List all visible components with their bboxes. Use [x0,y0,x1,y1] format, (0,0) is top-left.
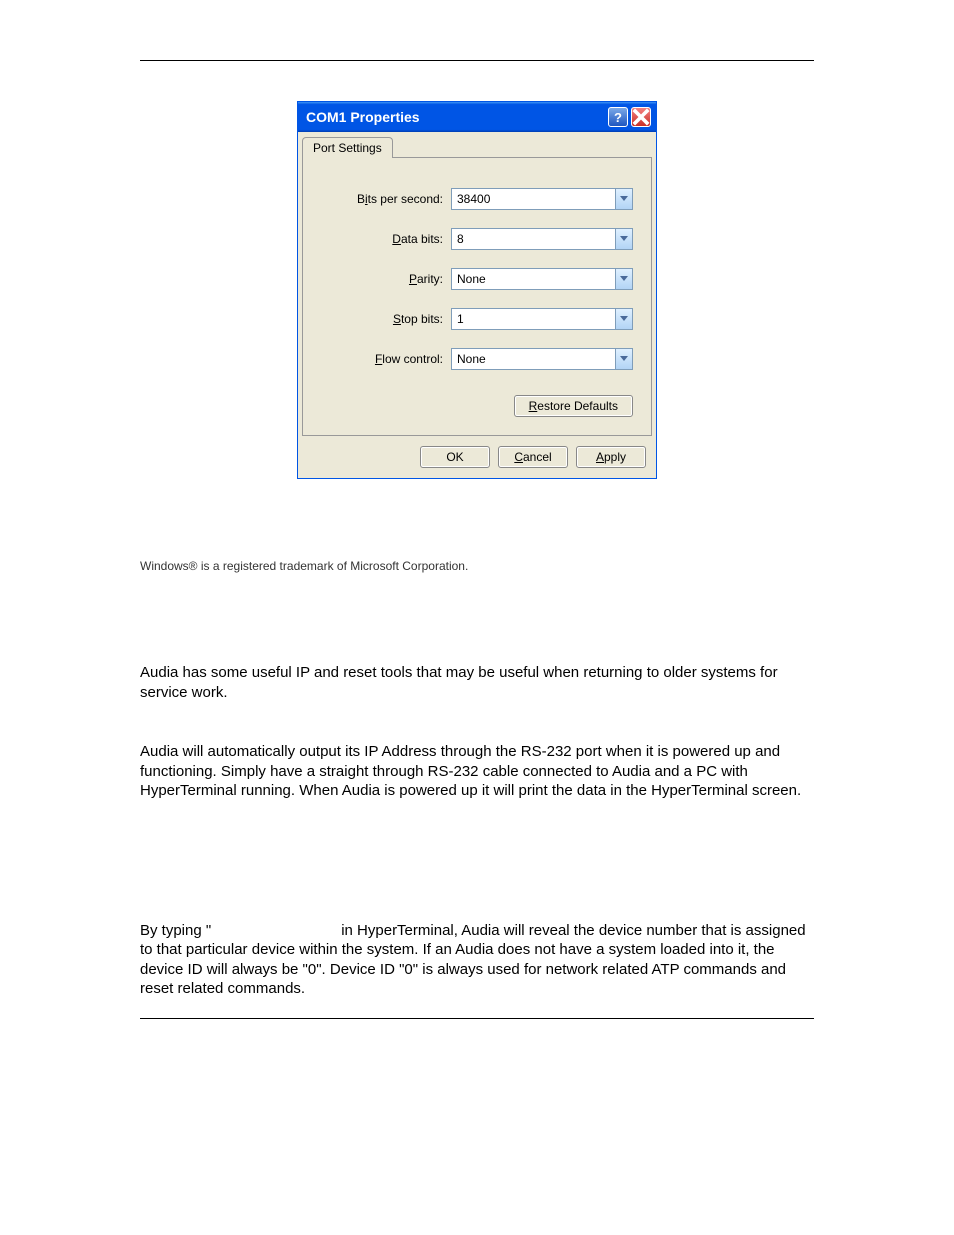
tab-panel: Bits per second: 38400 Data bits: 8 [302,157,652,436]
label-accel: P [409,272,417,286]
help-button[interactable]: ? [608,107,628,127]
label-bits-per-second: Bits per second: [321,192,451,206]
titlebar-buttons: ? [608,107,651,127]
field-row-data-bits: Data bits: 8 [321,228,633,250]
select-value: 38400 [457,192,490,206]
label-flow-control: Flow control: [321,352,451,366]
chevron-down-icon [615,269,632,289]
chevron-down-icon [615,309,632,329]
field-row-parity: Parity: None [321,268,633,290]
select-parity[interactable]: None [451,268,633,290]
restore-row: Restore Defaults [321,395,633,417]
title-bar: COM1 Properties ? [298,102,656,132]
select-value: None [457,352,486,366]
select-flow-control[interactable]: None [451,348,633,370]
spacer [140,841,814,921]
para3-part-a: By typing " [140,922,211,939]
select-value: 8 [457,232,464,246]
btn-part: ancel [523,450,552,464]
select-value: 1 [457,312,464,326]
label-accel: D [392,232,401,246]
label-part: arity: [417,272,443,286]
dialog-container: COM1 Properties ? Port Settings Bits per… [140,101,814,479]
select-bits-per-second[interactable]: 38400 [451,188,633,210]
chevron-down-icon [615,349,632,369]
label-part: ata bits: [401,232,443,246]
label-data-bits: Data bits: [321,232,451,246]
label-part: ts per second: [368,192,443,206]
select-data-bits[interactable]: 8 [451,228,633,250]
tab-strip: Port Settings Bits per second: 38400 [298,132,656,436]
label-accel: S [393,312,401,326]
field-row-flow-control: Flow control: None [321,348,633,370]
para3-part-b: in HyperTerminal, Audia will reveal the … [140,922,806,998]
com1-properties-dialog: COM1 Properties ? Port Settings Bits per… [297,101,657,479]
btn-label: OK [446,450,463,464]
field-row-bits-per-second: Bits per second: 38400 [321,188,633,210]
select-value: None [457,272,486,286]
paragraph-1: Audia has some useful IP and reset tools… [140,663,814,702]
ok-button[interactable]: OK [420,446,490,468]
dialog-title: COM1 Properties [306,109,420,125]
btn-accel: R [529,399,538,413]
restore-defaults-button[interactable]: Restore Defaults [514,395,633,417]
header-rule [140,60,814,61]
close-button[interactable] [631,107,651,127]
dialog-button-row: OK Cancel Apply [298,436,656,478]
btn-part: estore Defaults [537,399,618,413]
tab-label: Port Settings [313,141,382,155]
trademark-text: Windows® is a registered trademark of Mi… [140,559,814,573]
label-stop-bits: Stop bits: [321,312,451,326]
label-parity: Parity: [321,272,451,286]
paragraph-2: Audia will automatically output its IP A… [140,742,814,801]
paragraph-3: By typing "in HyperTerminal, Audia will … [140,921,814,999]
btn-accel: A [596,450,604,464]
apply-button[interactable]: Apply [576,446,646,468]
chevron-down-icon [615,189,632,209]
tab-port-settings[interactable]: Port Settings [302,137,393,158]
select-stop-bits[interactable]: 1 [451,308,633,330]
label-part: B [357,192,365,206]
btn-accel: C [514,450,523,464]
footer-rule [140,1018,814,1019]
label-part: top bits: [401,312,443,326]
label-part: low control: [382,352,443,366]
chevron-down-icon [615,229,632,249]
btn-part: pply [604,450,626,464]
field-row-stop-bits: Stop bits: 1 [321,308,633,330]
cancel-button[interactable]: Cancel [498,446,568,468]
